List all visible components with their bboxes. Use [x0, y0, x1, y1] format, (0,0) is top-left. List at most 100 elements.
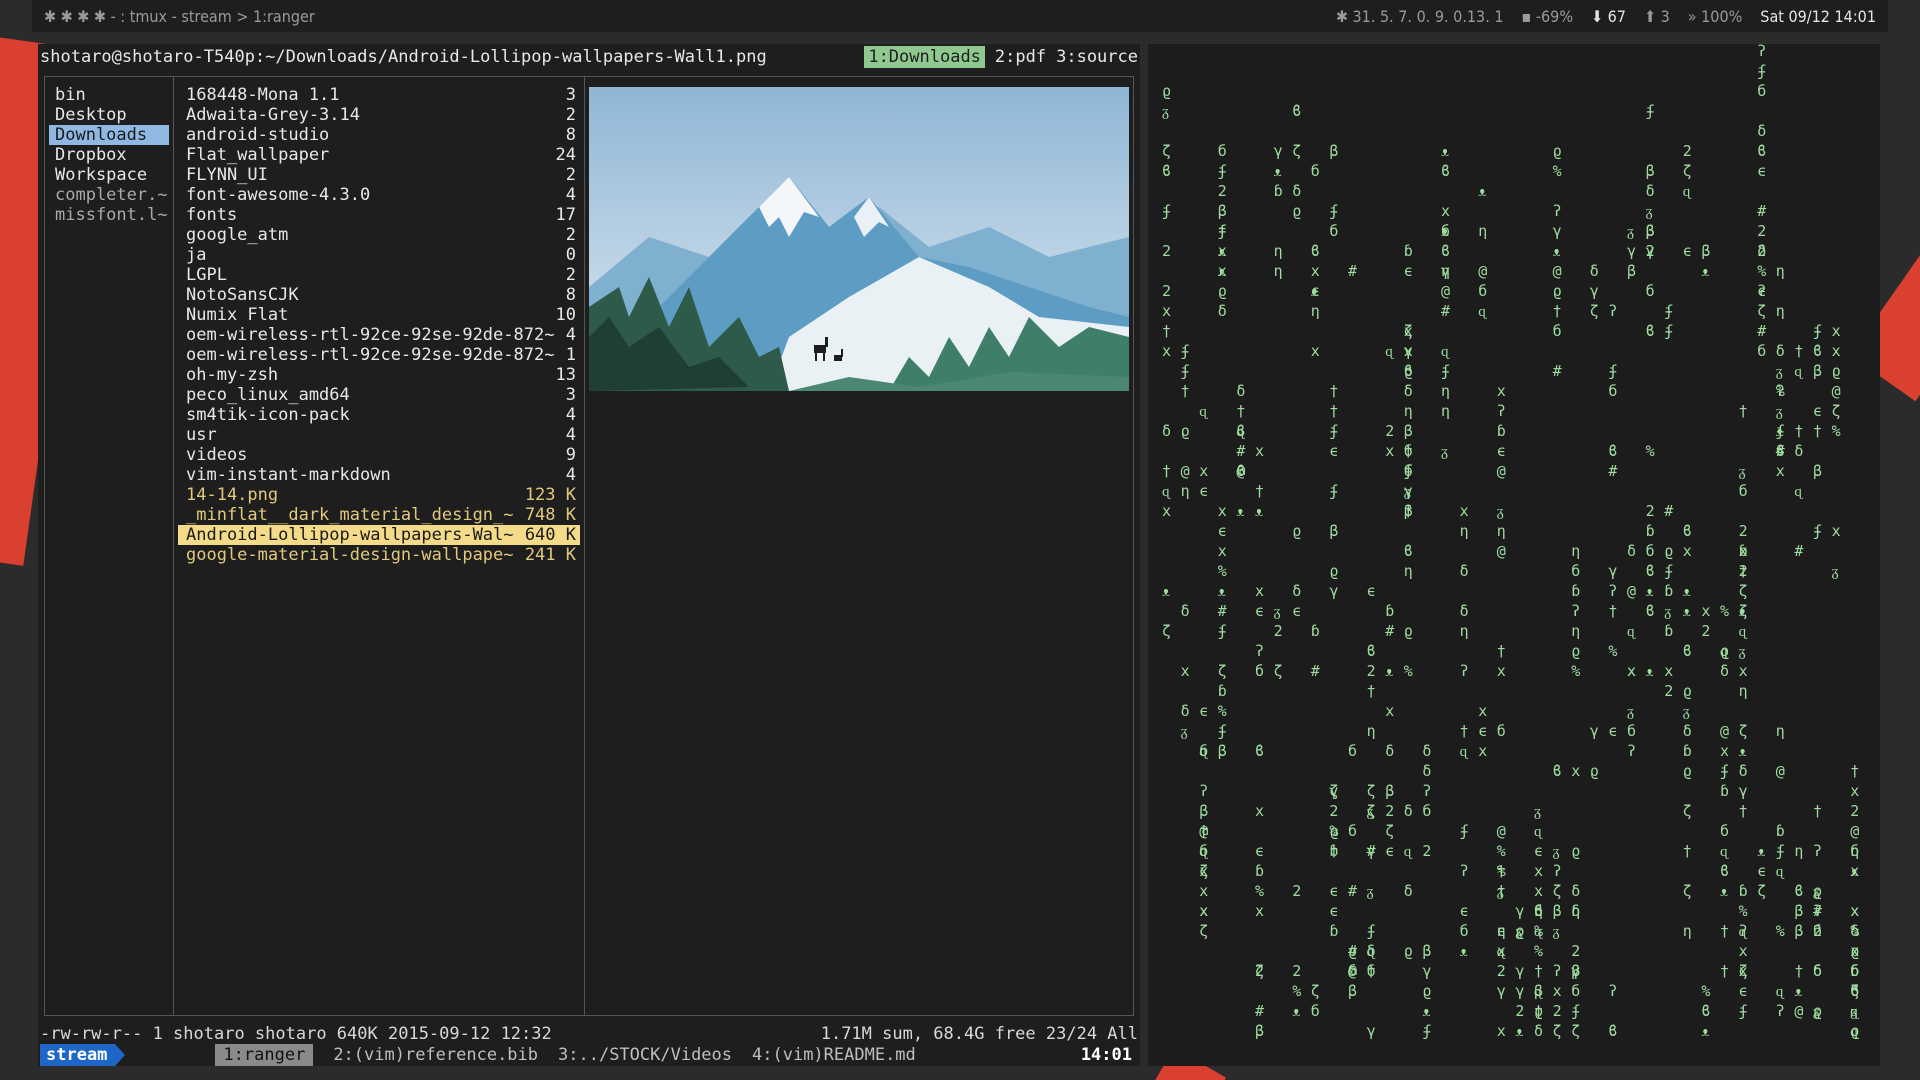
matrix-glyph: η — [1776, 262, 1785, 280]
directory-item[interactable]: FLYNN_UI 2 — [178, 165, 580, 185]
directory-item[interactable]: videos 9 — [178, 445, 580, 465]
current-directory-column: 168448-Mona 1.1 3 Adwaita-Grey-3.14 2 androi… — [174, 77, 585, 1015]
matrix-glyph: ᵹ — [1274, 602, 1281, 620]
directory-item[interactable]: oem-wireless-rtl-92ce-92se-92de-872~ 4 — [178, 325, 580, 345]
terminal-window-ranger[interactable]: shotaro@shotaro-T540p:~/Downloads/Androi… — [38, 44, 1140, 1066]
matrix-glyph: % — [1757, 262, 1766, 280]
matrix-glyph: 2 — [1553, 1002, 1562, 1020]
matrix-glyph: ϱ — [1813, 882, 1822, 900]
directory-item[interactable]: usr 4 — [178, 425, 580, 445]
directory-item[interactable]: 168448-Mona 1.1 3 — [178, 85, 580, 105]
directory-item[interactable]: NotoSansCJK 8 — [178, 285, 580, 305]
matrix-glyph: ʄ — [1460, 822, 1469, 840]
matrix-glyph: ᵹ — [1441, 442, 1448, 460]
matrix-glyph: ζ — [1218, 662, 1227, 680]
parent-dir-item[interactable]: bin — [49, 85, 169, 105]
tmux-window-tab[interactable]: 2:(vim)reference.bib — [333, 1044, 538, 1066]
directory-item[interactable]: peco_linux_amd64 3 — [178, 385, 580, 405]
file-item[interactable]: Android-Lollipop-wallpapers-Wal~ 640 K — [178, 525, 580, 545]
ranger-tab[interactable]: 1:Downloads — [864, 46, 985, 68]
directory-item[interactable]: Numix Flat 10 — [178, 305, 580, 325]
matrix-glyph: ᵹ — [1181, 722, 1188, 740]
matrix-glyph: x — [1739, 942, 1748, 960]
directory-item[interactable]: Flat_wallpaper 24 — [178, 145, 580, 165]
matrix-glyph: δ — [1757, 122, 1766, 140]
entry-name: Numix Flat — [186, 305, 289, 325]
tmux-window-tab[interactable]: 4:(vim)README.md — [752, 1044, 916, 1066]
ranger-tab[interactable]: 3:source — [1056, 46, 1138, 68]
directory-item[interactable]: google_atm 2 — [178, 225, 580, 245]
matrix-glyph: ᴥ — [1515, 1022, 1523, 1040]
matrix-glyph: β — [1199, 802, 1208, 820]
matrix-glyph: η — [1181, 482, 1190, 500]
parent-dir-item[interactable]: missfont.l~ — [49, 205, 169, 225]
directory-item[interactable]: fonts 17 — [178, 205, 580, 225]
matrix-glyph: ϐ — [1441, 162, 1450, 180]
matrix-glyph: ᵹ — [1553, 842, 1560, 860]
matrix-glyph: ʄ — [1720, 762, 1729, 780]
matrix-glyph: ɋ — [1162, 482, 1171, 500]
parent-dir-item[interactable]: Workspace — [49, 165, 169, 185]
matrix-glyph: # — [1367, 842, 1376, 860]
terminal-window-matrix[interactable]: ᴥ ζ δ † ɋ x ϱ ᵹ ζ ϐ ʄ 2 2 x † x δ x δ ᵹ ʄ ʄ † ϱ @ η б ʔ β † б ζ x x ζ ϵ ϵ ɋ @ ɋ… — [1148, 44, 1880, 1066]
matrix-glyph: ϵ — [1757, 162, 1766, 180]
matrix-glyph: † — [1794, 422, 1803, 440]
entry-size: 640 K — [524, 525, 576, 545]
directory-item[interactable]: font-awesome-4.3.0 4 — [178, 185, 580, 205]
matrix-glyph: x — [1311, 262, 1320, 280]
tmux-session[interactable]: stream — [40, 1044, 126, 1066]
parent-dir-item[interactable]: completer.~ — [49, 185, 169, 205]
tmux-window-tab[interactable]: 3:../STOCK/Videos — [558, 1044, 732, 1066]
directory-item[interactable]: oh-my-zsh 13 — [178, 365, 580, 385]
ranger-tab[interactable]: 2:pdf — [995, 46, 1046, 68]
directory-item[interactable]: sm4tik-icon-pack 4 — [178, 405, 580, 425]
matrix-glyph: ϵ — [1218, 522, 1227, 540]
entry-name: Android-Lollipop-wallpapers-Wal~ — [186, 525, 514, 545]
entry-size: 8 — [565, 285, 576, 305]
matrix-glyph: η — [1571, 622, 1580, 640]
tmux-window-tab[interactable]: 1:ranger — [215, 1044, 314, 1066]
matrix-glyph: † — [1794, 962, 1803, 980]
matrix-glyph: ϱ — [1348, 942, 1357, 960]
matrix-glyph: ʄ — [1664, 302, 1673, 320]
matrix-glyph: x — [1199, 902, 1208, 920]
parent-dir-item[interactable]: Downloads — [49, 125, 169, 145]
matrix-glyph: x — [1683, 542, 1692, 560]
matrix-glyph: ɋ — [1404, 842, 1413, 860]
matrix-glyph: ɓ — [1571, 582, 1580, 600]
matrix-glyph: % — [1497, 842, 1506, 860]
matrix-glyph: ϐ — [1311, 242, 1320, 260]
matrix-glyph: η — [1274, 262, 1283, 280]
matrix-glyph: 2 — [1497, 962, 1506, 980]
matrix-glyph: x — [1255, 802, 1264, 820]
matrix-glyph: δ — [1292, 582, 1301, 600]
directory-item[interactable]: LGPL 2 — [178, 265, 580, 285]
matrix-glyph: 2 — [1757, 242, 1766, 260]
entry-name: 168448-Mona 1.1 — [186, 85, 340, 105]
matrix-glyph: ϱ — [1329, 822, 1338, 840]
directory-item[interactable]: ja 0 — [178, 245, 580, 265]
matrix-glyph: γ — [1274, 142, 1283, 160]
matrix-glyph: б — [1571, 562, 1580, 580]
matrix-glyph: δ — [1460, 562, 1469, 580]
file-item[interactable]: 14-14.png 123 K — [178, 485, 580, 505]
matrix-glyph: ᴥ — [1646, 662, 1654, 680]
matrix-glyph: # — [1757, 202, 1766, 220]
parent-dir-item[interactable]: Dropbox — [49, 145, 169, 165]
parent-dir-item[interactable]: Desktop — [49, 105, 169, 125]
entry-size: 3 — [565, 85, 576, 105]
matrix-glyph: ζ — [1274, 662, 1283, 680]
matrix-glyph: ᵹ — [1627, 222, 1634, 240]
directory-item[interactable]: android-studio 8 — [178, 125, 580, 145]
matrix-glyph: 2 — [1646, 502, 1655, 520]
matrix-glyph: ʄ — [1646, 102, 1655, 120]
matrix-glyph: † — [1739, 562, 1748, 580]
matrix-glyph: δ — [1181, 702, 1190, 720]
directory-item[interactable]: Adwaita-Grey-3.14 2 — [178, 105, 580, 125]
file-item[interactable]: _minflat__dark_material_design_~ 748 K — [178, 505, 580, 525]
matrix-glyph: б — [1627, 722, 1636, 740]
matrix-glyph: ɓ — [1497, 422, 1506, 440]
file-item[interactable]: google-material-design-wallpape~ 241 K — [178, 545, 580, 565]
directory-item[interactable]: vim-instant-markdown 4 — [178, 465, 580, 485]
directory-item[interactable]: oem-wireless-rtl-92ce-92se-92de-872~ 1 — [178, 345, 580, 365]
